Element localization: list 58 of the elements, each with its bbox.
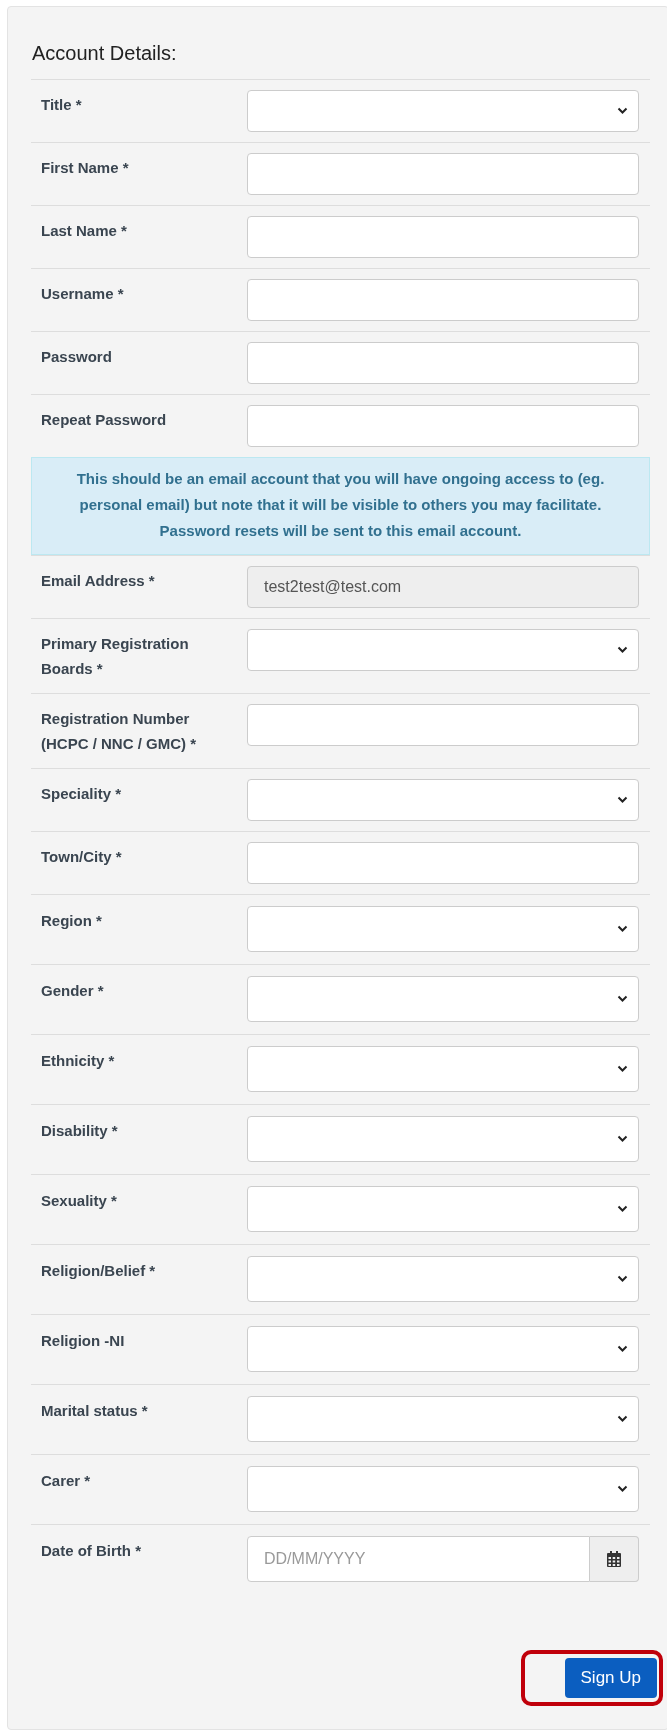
dropdown-field[interactable]: [247, 1396, 639, 1442]
calendar-button[interactable]: [590, 1536, 639, 1582]
dropdown-field[interactable]: [247, 1466, 639, 1512]
field-label: Registration Number (HCPC / NNC / GMC) *: [41, 709, 197, 754]
text-field[interactable]: [247, 842, 639, 884]
chevron-down-icon: [617, 1275, 628, 1283]
text-field[interactable]: [247, 405, 639, 447]
chevron-down-icon: [617, 796, 628, 804]
chevron-down-icon: [617, 1065, 628, 1073]
field-label: Last Name *: [41, 221, 128, 241]
field-label: Region *: [41, 911, 103, 931]
dropdown-field[interactable]: [247, 1256, 639, 1302]
field-label: Religion/Belief *: [41, 1261, 157, 1281]
field-label: Ethnicity *: [41, 1051, 116, 1071]
field-label: Town/City *: [41, 847, 123, 867]
chevron-down-icon: [617, 1485, 628, 1493]
chevron-down-icon: [617, 1135, 628, 1143]
field-label: Carer *: [41, 1471, 92, 1491]
dropdown-field[interactable]: [247, 1116, 639, 1162]
field-label: Password: [41, 347, 113, 367]
dropdown-field[interactable]: [247, 1326, 639, 1372]
dropdown-field[interactable]: [247, 906, 639, 952]
field-label: Religion -NI: [41, 1331, 126, 1351]
dropdown-field[interactable]: [247, 779, 639, 821]
section-heading: Account Details:: [32, 41, 177, 65]
chevron-down-icon: [617, 1415, 628, 1423]
field-label: First Name *: [41, 158, 130, 178]
field-label: Speciality *: [41, 784, 123, 804]
dropdown-field[interactable]: [247, 629, 639, 671]
field-label: Sexuality *: [41, 1191, 118, 1211]
chevron-down-icon: [617, 646, 628, 654]
text-field[interactable]: [247, 279, 639, 321]
dropdown-field[interactable]: [247, 1186, 639, 1232]
field-label: Repeat Password: [41, 410, 168, 430]
field-label: Email Address *: [41, 571, 156, 591]
dropdown-field[interactable]: [247, 90, 639, 132]
chevron-down-icon: [617, 1205, 628, 1213]
field-label: Marital status *: [41, 1401, 149, 1421]
field-label: Disability *: [41, 1121, 119, 1141]
date-field[interactable]: DD/MM/YYYY: [247, 1536, 590, 1582]
chevron-down-icon: [617, 925, 628, 933]
chevron-down-icon: [617, 1345, 628, 1353]
chevron-down-icon: [617, 995, 628, 1003]
info-note: This should be an email account that you will have ongoing access to (eg. personal email) but note that it will be visible to others you may facilitate. Password resets will be sent to this email account.: [31, 457, 650, 555]
field-label: Username *: [41, 284, 125, 304]
dropdown-field[interactable]: [247, 976, 639, 1022]
dropdown-field[interactable]: [247, 1046, 639, 1092]
field-label: Gender *: [41, 981, 105, 1001]
chevron-down-icon: [617, 107, 628, 115]
field-label: Date of Birth *: [41, 1541, 142, 1561]
text-field[interactable]: [247, 342, 639, 384]
text-field[interactable]: [247, 704, 639, 746]
field-label: Title *: [41, 95, 83, 115]
calendar-icon: [607, 1551, 621, 1567]
text-field[interactable]: [247, 153, 639, 195]
sign-up-button[interactable]: Sign Up: [564, 1658, 657, 1698]
field-label: Primary Registration Boards *: [41, 634, 190, 679]
text-field[interactable]: [247, 216, 639, 258]
